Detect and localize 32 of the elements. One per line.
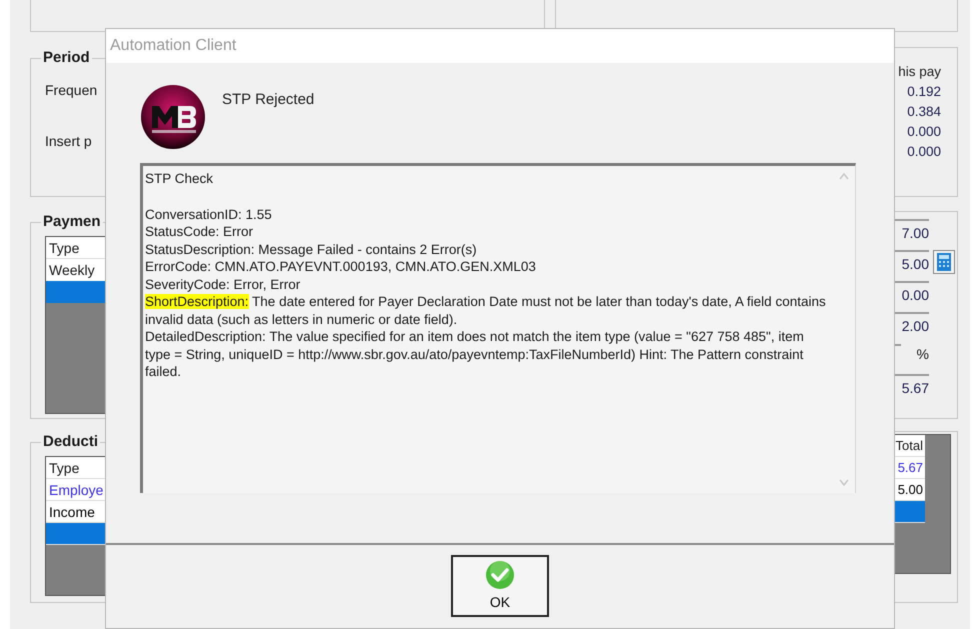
message-text: ShortDescription: The date entered for Payer Declaration Date must not be later than today's date, A field contains invalid data (such as letters in numeric or date field). <box>145 293 827 328</box>
logo-icon <box>140 84 206 150</box>
table-row[interactable]: Income <box>46 500 105 522</box>
message-text: DetailedDescription: The value specified for an item does not match the item type (value = "627 758 485", item type = String, uniqueID = http://www.sbr.gov.au/ato/payevntemp:TaxFileNumberId) Hint: The Pattern constraint failed. <box>145 328 805 380</box>
unit-label: % <box>916 345 929 364</box>
dialog-heading: STP Rejected <box>222 90 314 110</box>
column-header: his pay <box>898 63 941 81</box>
value-text: 0.000 <box>907 123 941 141</box>
value-text: 0.384 <box>907 103 941 121</box>
table-row[interactable]: Weekly <box>46 258 105 280</box>
message-text: ErrorCode: CMN.ATO.PAYEVNT.000193, CMN.ATO.GEN.XML03 <box>145 258 537 276</box>
message-text: StatusDescription: Message Failed - contains 2 Error(s) <box>145 240 478 258</box>
column-header: Type <box>46 456 105 478</box>
message-text: ConversationID: 1.55 <box>145 206 273 223</box>
message-text: StatusCode: Error <box>145 223 254 240</box>
message-text: SeverityCode: Error, Error <box>145 276 302 293</box>
table-row[interactable]: Employe <box>46 478 105 500</box>
group-title: Paymen <box>42 212 102 232</box>
checkmark-icon <box>485 560 515 590</box>
field-label: Insert p <box>45 132 92 151</box>
ok-button[interactable]: OK <box>451 555 549 617</box>
table-row[interactable] <box>46 280 105 302</box>
group-title: Deducti <box>42 432 100 452</box>
group-title: Period <box>42 48 91 68</box>
field-label: Frequen <box>45 80 98 100</box>
value-text: 0.000 <box>907 143 941 161</box>
calculator-icon[interactable] <box>933 250 955 274</box>
table-row[interactable] <box>46 522 105 544</box>
window-title: Automation Client <box>110 36 236 56</box>
value-text: 0.192 <box>907 83 941 101</box>
column-header: Type <box>46 236 105 258</box>
message-text: STP Check <box>145 170 214 188</box>
